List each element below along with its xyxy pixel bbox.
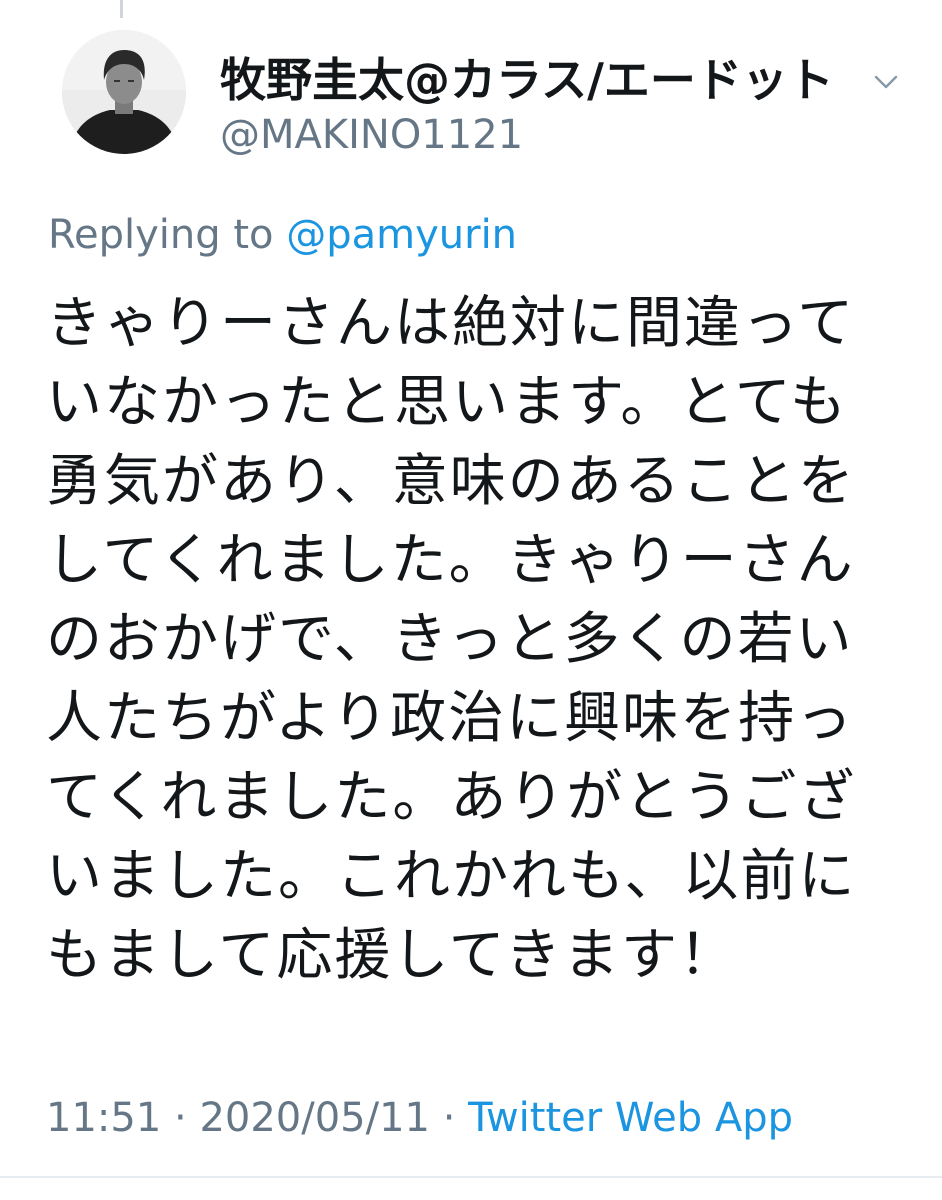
tweet-text-line: してくれました。きゃりーさん <box>46 528 855 593</box>
replying-to-label: Replying to <box>48 212 274 258</box>
user-handle[interactable]: @MAKINO1121 <box>220 110 523 160</box>
tweet-text-line: いました。これかれも、以前に <box>46 844 857 909</box>
tweet-text-line: のおかげで、きっと多くの若い <box>46 607 854 672</box>
display-name[interactable]: 牧野圭太@カラス/エードット <box>220 52 834 108</box>
thread-connector-line <box>120 0 123 18</box>
tweet-text-line: もまして応援してきます！ <box>46 923 737 988</box>
tweet-text-line: きゃりーさんは絶対に間違って <box>46 291 856 356</box>
avatar-photo <box>62 30 186 154</box>
meta-separator: · <box>442 1095 456 1141</box>
divider <box>0 1176 942 1178</box>
tweet-source-link[interactable]: Twitter Web App <box>468 1095 793 1141</box>
tweet-text-line: 勇気があり、意味のあることを <box>46 449 856 514</box>
meta-separator: · <box>174 1095 187 1141</box>
replying-to: Replying to @pamyurin <box>48 210 517 260</box>
chevron-down-icon <box>874 75 898 89</box>
tweet-text: きゃりーさんは絶対に間違って いなかったと思います。とても 勇気があり、意味のあ… <box>46 284 916 995</box>
tweet-text-line: いなかったと思います。とても <box>46 370 848 435</box>
tweet-menu-button[interactable] <box>870 66 902 98</box>
replying-to-mention-link[interactable]: @pamyurin <box>286 212 517 258</box>
avatar[interactable] <box>62 30 186 154</box>
tweet-text-line: 人たちがより政治に興味を持っ <box>46 686 855 751</box>
tweet-date[interactable]: 2020/05/11 <box>199 1095 430 1141</box>
tweet-text-line: てくれました。ありがとうござ <box>46 765 857 830</box>
tweet-meta: 11:51 · 2020/05/11 · Twitter Web App <box>46 1092 793 1144</box>
tweet-time[interactable]: 11:51 <box>46 1095 161 1141</box>
